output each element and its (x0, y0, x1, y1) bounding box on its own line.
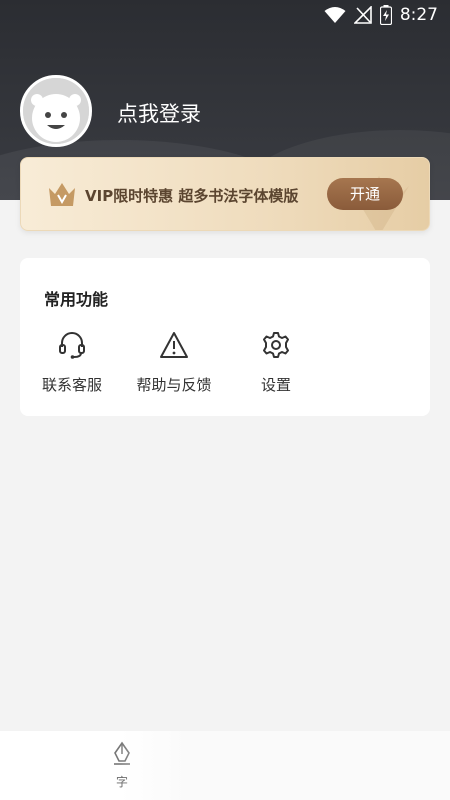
contact-support-button[interactable]: 联系客服 (20, 330, 124, 400)
nav-overlay-blur (120, 731, 450, 800)
section-title: 常用功能 (44, 290, 109, 309)
common-functions-card: 常用功能 联系客服 帮助与反馈 设置 (20, 258, 430, 416)
default-avatar-icon (23, 78, 89, 144)
status-time: 8:27 (399, 5, 438, 25)
status-bar: 8:27 (0, 0, 450, 30)
help-feedback-button[interactable]: 帮助与反馈 (122, 330, 226, 400)
wifi-icon (324, 7, 346, 23)
function-label: 联系客服 (41, 376, 102, 394)
no-signal-icon (353, 6, 372, 24)
avatar[interactable] (20, 75, 92, 147)
vip-promo-text: VIP限时特惠 超多书法字体模版 (85, 187, 299, 205)
vip-banner[interactable]: VIP限时特惠 超多书法字体模版 开通 (20, 157, 430, 231)
function-label: 帮助与反馈 (136, 376, 212, 394)
crown-icon (49, 183, 75, 206)
warning-triangle-icon (160, 332, 188, 358)
gear-icon (263, 332, 289, 358)
bottom-navigation: 字 (0, 731, 450, 800)
headset-icon (59, 332, 85, 359)
login-prompt[interactable]: 点我登录 (117, 98, 201, 128)
function-label: 设置 (260, 376, 291, 394)
vip-subscribe-button[interactable]: 开通 (327, 178, 403, 210)
settings-button[interactable]: 设置 (224, 330, 328, 400)
battery-charging-icon (379, 5, 392, 25)
